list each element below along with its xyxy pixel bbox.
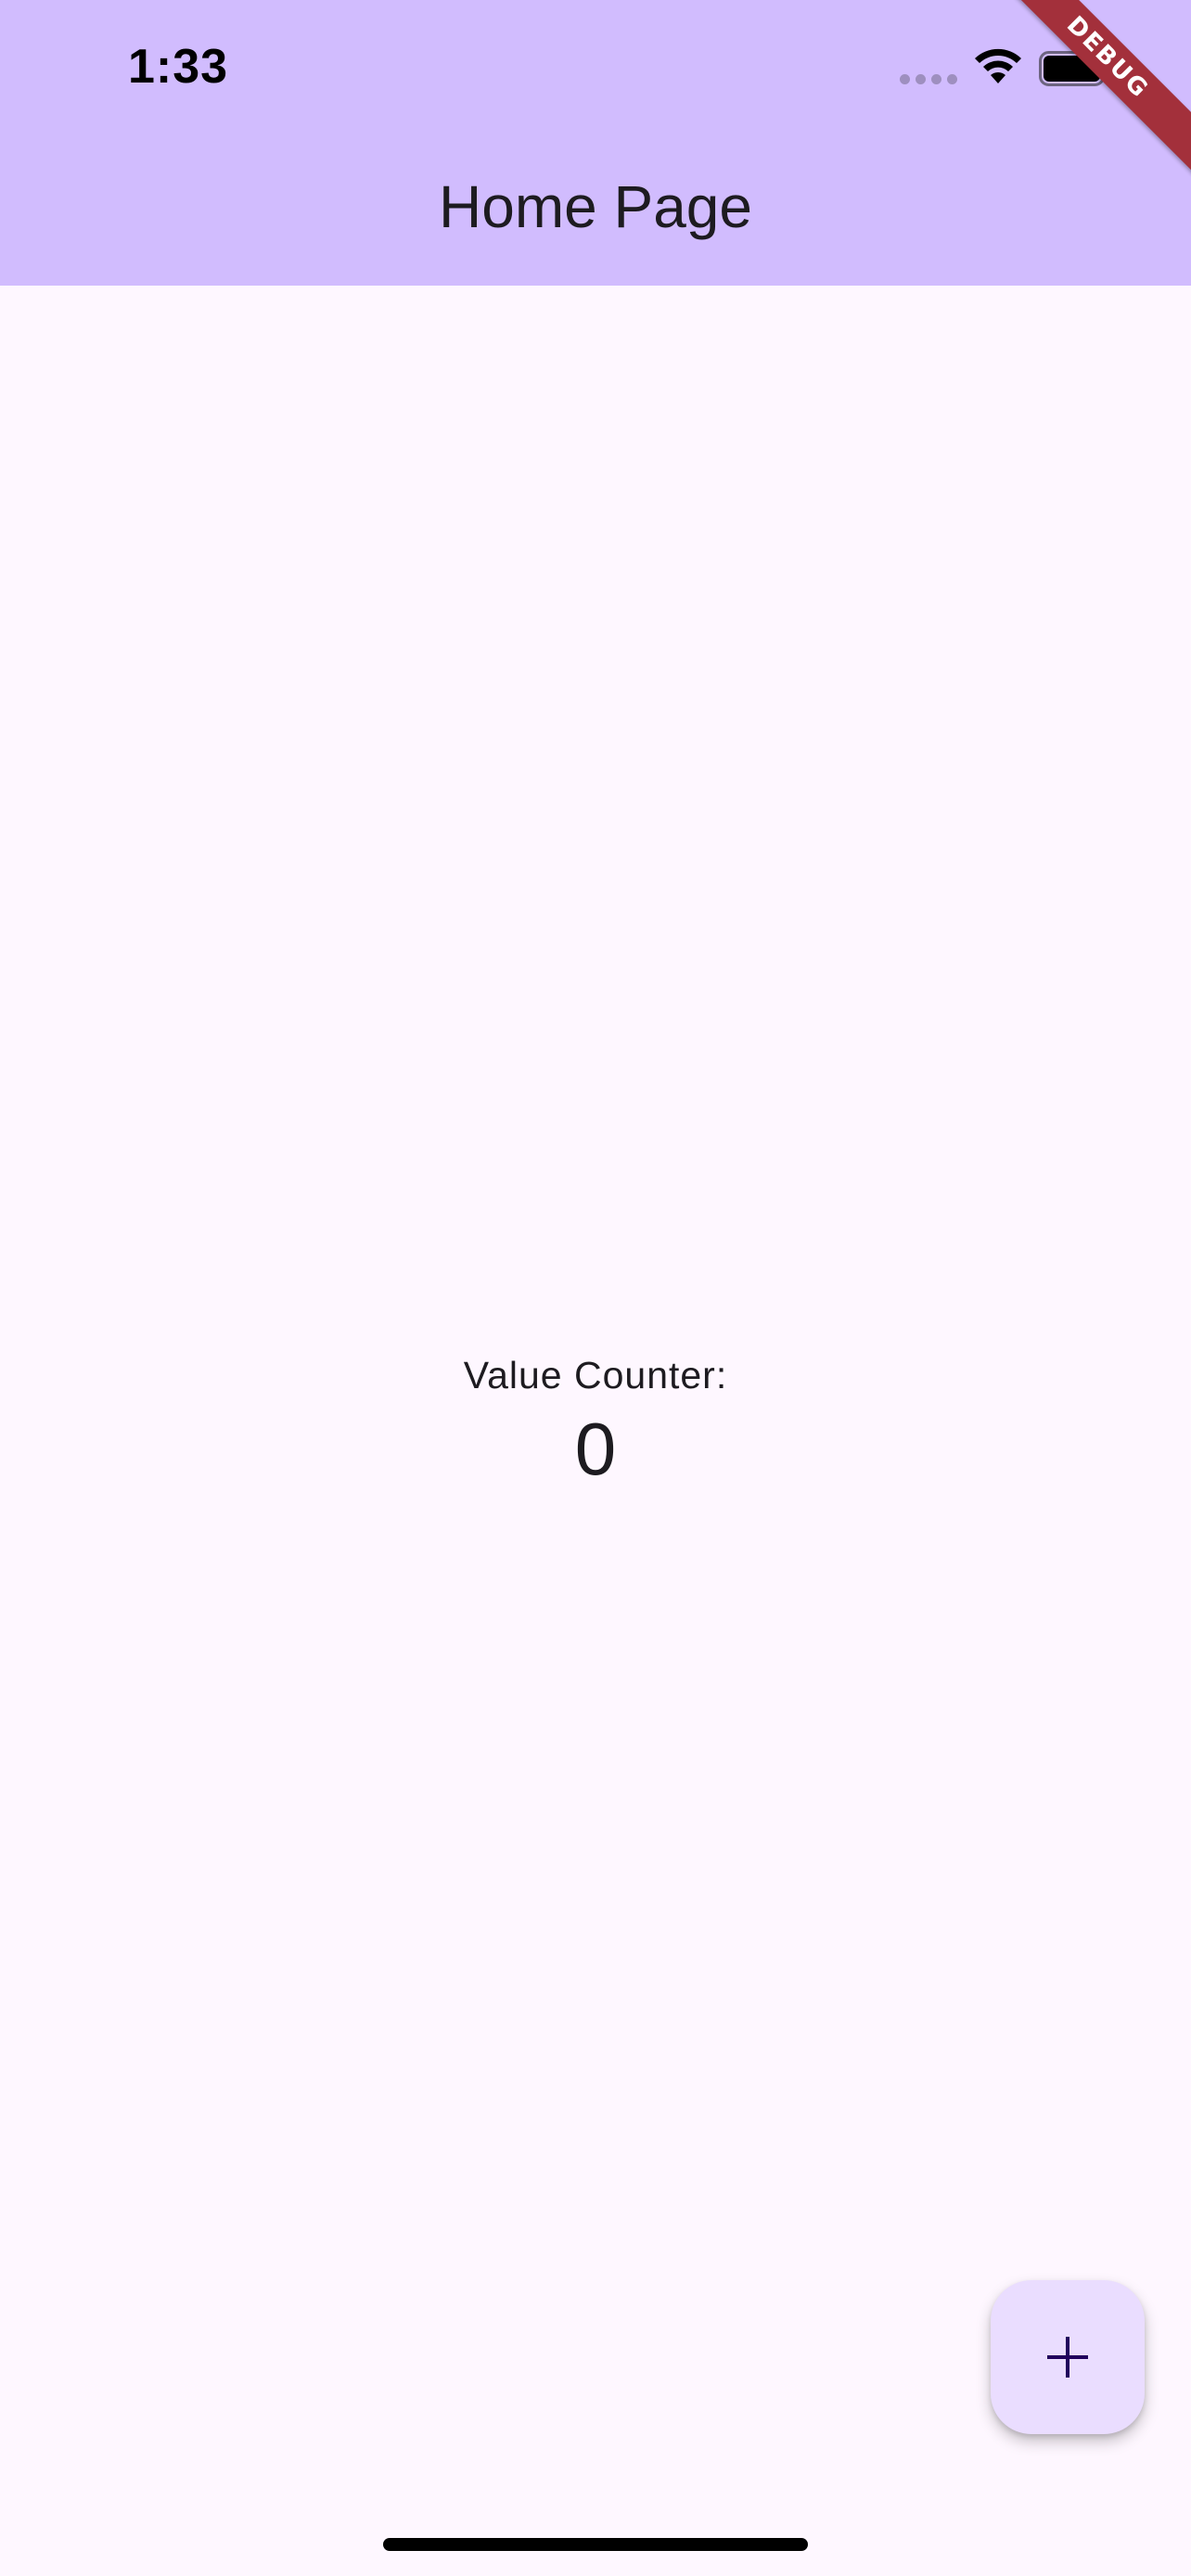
status-bar: 1:33 xyxy=(0,0,1191,139)
increment-button[interactable] xyxy=(991,2280,1145,2434)
home-indicator[interactable] xyxy=(383,2538,808,2551)
page-title: Home Page xyxy=(439,173,752,240)
counter-label: Value Counter: xyxy=(463,1354,728,1396)
wifi-icon xyxy=(975,48,1021,83)
counter-section: Value Counter: 0 xyxy=(0,1354,1191,1492)
app-bar: 1:33 Home Page xyxy=(0,0,1191,286)
signal-icon xyxy=(900,74,957,84)
status-time: 1:33 xyxy=(128,40,229,94)
counter-value: 0 xyxy=(574,1408,617,1490)
add-icon xyxy=(1047,2337,1088,2378)
screen: 1:33 Home Page DEBUG Value Counter: 0 xyxy=(0,0,1191,2576)
